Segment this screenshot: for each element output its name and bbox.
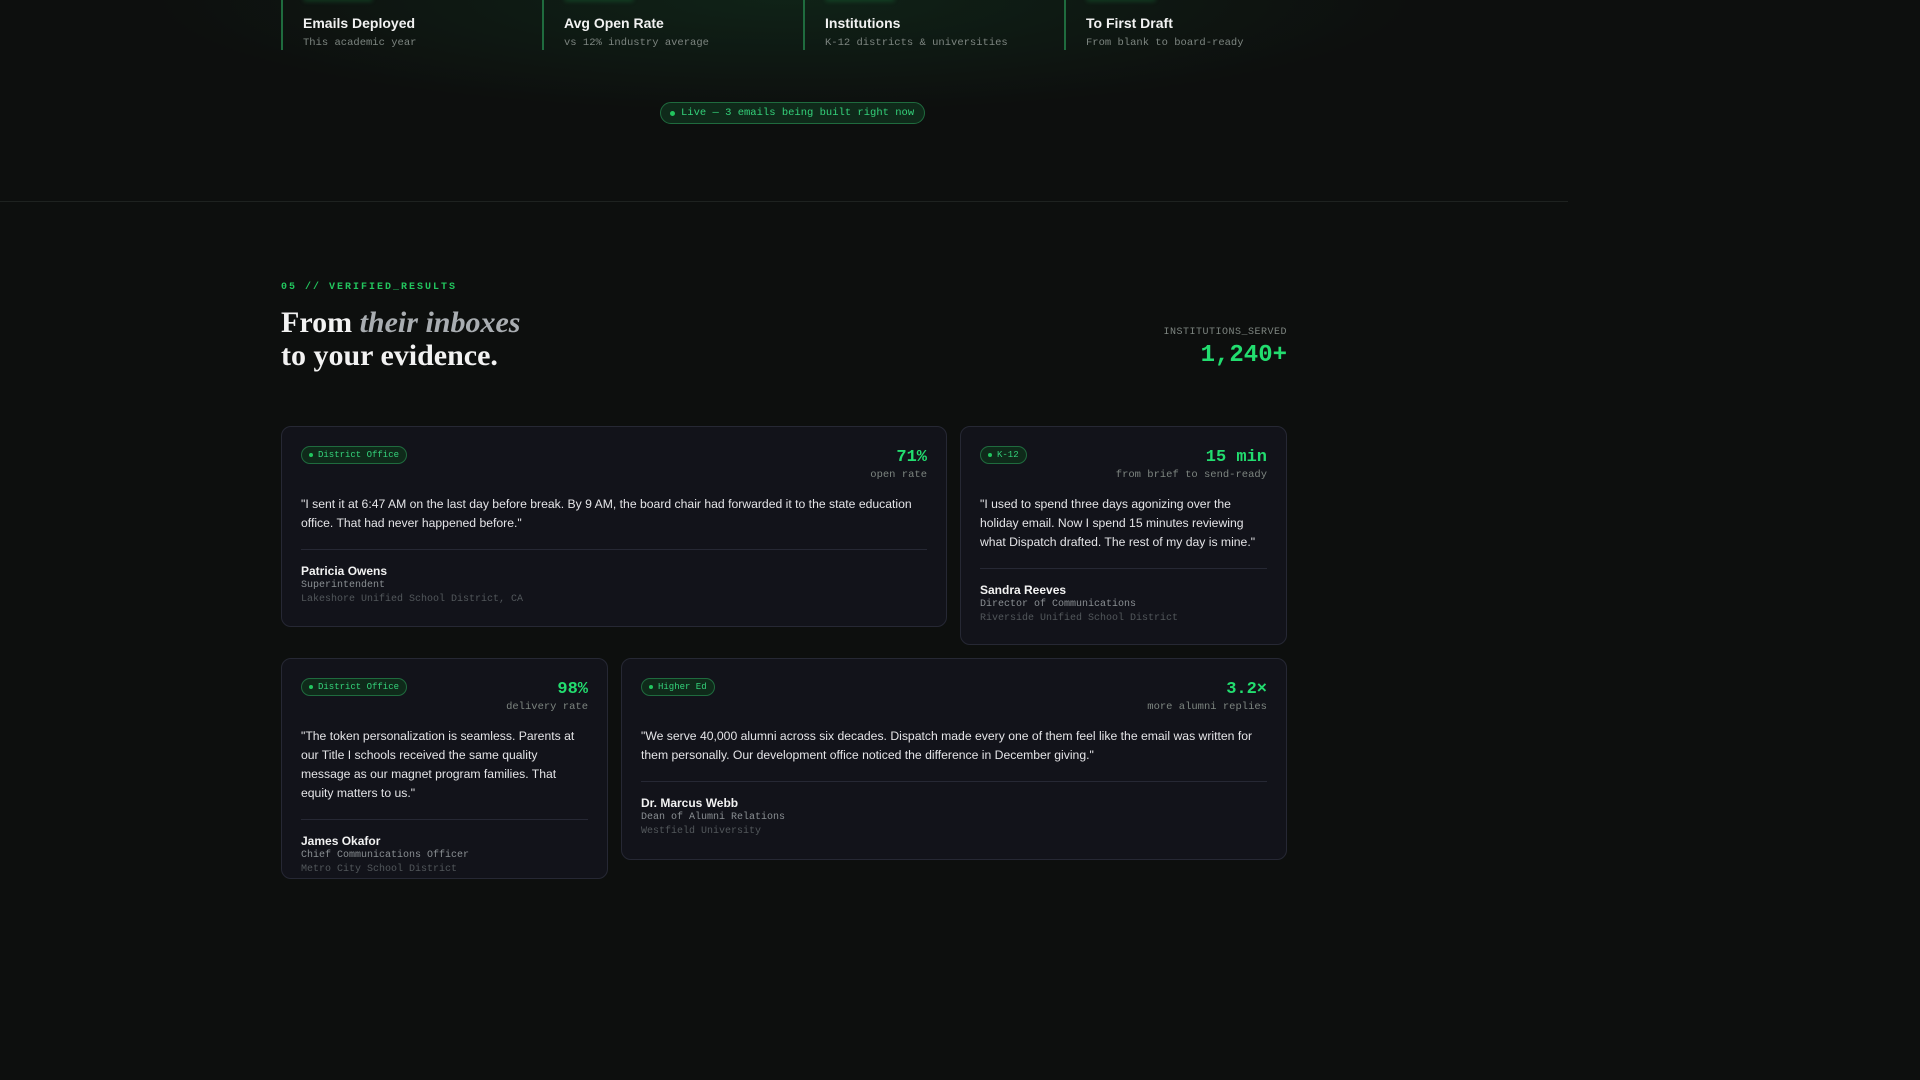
stat-label: To First Draft <box>1086 15 1173 31</box>
headline-line2: to your evidence. <box>281 339 498 372</box>
metric: 71% open rate <box>870 446 927 481</box>
stat-label: Emails Deployed <box>303 15 416 31</box>
tag-label: K-12 <box>997 450 1019 460</box>
stat-subtitle: This academic year <box>303 37 417 49</box>
author-role: Director of Communications <box>980 599 1137 610</box>
author-organization: Metro City School District <box>301 864 458 875</box>
metric: 3.2× more alumni replies <box>1147 678 1267 713</box>
testimonial-card: District Office 98% delivery rate "The t… <box>281 658 608 879</box>
metric-label: delivery rate <box>506 701 588 713</box>
metric-value: 71% <box>896 448 927 467</box>
stats-strip: Emails Deployed This academic year Avg O… <box>281 0 1326 50</box>
tag-dot-icon <box>309 685 313 689</box>
headline-prefix: From <box>281 306 360 339</box>
stat-first-draft: To First Draft From blank to board-ready <box>1064 0 1325 50</box>
stat-label: Avg Open Rate <box>564 15 664 31</box>
live-dot-icon <box>670 110 675 116</box>
tag-dot-icon <box>988 453 992 457</box>
author-name: Patricia Owens <box>301 564 388 578</box>
author-name: James Okafor <box>301 834 381 848</box>
category-tag: District Office <box>301 446 408 464</box>
testimonial-quote: "We serve 40,000 alumni across six decad… <box>641 727 1267 782</box>
tag-label: District Office <box>318 450 400 460</box>
metric-label: from brief to send-ready <box>1115 469 1267 481</box>
headline-emphasis: their inboxes <box>359 306 521 339</box>
category-tag: District Office <box>301 678 408 696</box>
metric-label: open rate <box>870 469 927 481</box>
testimonial-card: District Office 71% open rate "I sent it… <box>281 426 947 627</box>
testimonial-quote: "The token personalization is seamless. … <box>301 727 588 820</box>
category-tag: Higher Ed <box>641 678 715 696</box>
metric-value: 3.2× <box>1226 680 1267 699</box>
stat-avg-open-rate: Avg Open Rate vs 12% industry average <box>542 0 803 50</box>
author-organization: Riverside Unified School District <box>980 613 1179 624</box>
section-headline: From their inboxes to your evidence. <box>281 306 520 372</box>
stat-emails-deployed: Emails Deployed This academic year <box>281 0 542 50</box>
testimonial-card: Higher Ed 3.2× more alumni replies "We s… <box>621 658 1287 860</box>
stat-subtitle: From blank to board-ready <box>1086 37 1244 49</box>
metric: 98% delivery rate <box>506 678 588 713</box>
author-role: Dean of Alumni Relations <box>641 812 786 823</box>
metric: 15 min from brief to send-ready <box>1116 446 1267 481</box>
testimonial-card: K-12 15 min from brief to send-ready "I … <box>960 426 1287 645</box>
stat-label: Institutions <box>825 15 901 31</box>
live-status-text: Live — 3 emails being built right now <box>681 107 915 119</box>
section-divider <box>0 201 1568 202</box>
author-role: Chief Communications Officer <box>301 850 470 861</box>
metric-value: 15 min <box>1205 448 1267 467</box>
stat-institutions: Institutions K-12 districts & universiti… <box>803 0 1064 50</box>
institutions-served: INSTITUTIONS_SERVED 1,240+ <box>1163 327 1287 369</box>
served-value: 1,240+ <box>1200 342 1287 369</box>
author-name: Dr. Marcus Webb <box>641 796 739 810</box>
metric-label: more alumni replies <box>1147 701 1267 713</box>
tag-label: District Office <box>318 682 400 692</box>
author-role: Superintendent <box>301 580 386 591</box>
section-label: 05 // VERIFIED_RESULTS <box>281 282 458 293</box>
tag-dot-icon <box>649 685 653 689</box>
stat-subtitle: K-12 districts & universities <box>825 37 1008 49</box>
author-organization: Lakeshore Unified School District, CA <box>301 594 524 605</box>
author-name: Sandra Reeves <box>980 583 1067 597</box>
author-organization: Westfield University <box>641 826 762 837</box>
category-tag: K-12 <box>980 446 1027 464</box>
tag-label: Higher Ed <box>658 682 707 692</box>
tag-dot-icon <box>309 453 313 457</box>
stat-subtitle: vs 12% industry average <box>564 37 709 49</box>
testimonial-quote: "I sent it at 6:47 AM on the last day be… <box>301 495 927 550</box>
served-label: INSTITUTIONS_SERVED <box>1163 327 1287 338</box>
live-status-badge: Live — 3 emails being built right now <box>660 102 926 124</box>
testimonial-quote: "I used to spend three days agonizing ov… <box>980 495 1267 569</box>
metric-value: 98% <box>557 680 588 699</box>
